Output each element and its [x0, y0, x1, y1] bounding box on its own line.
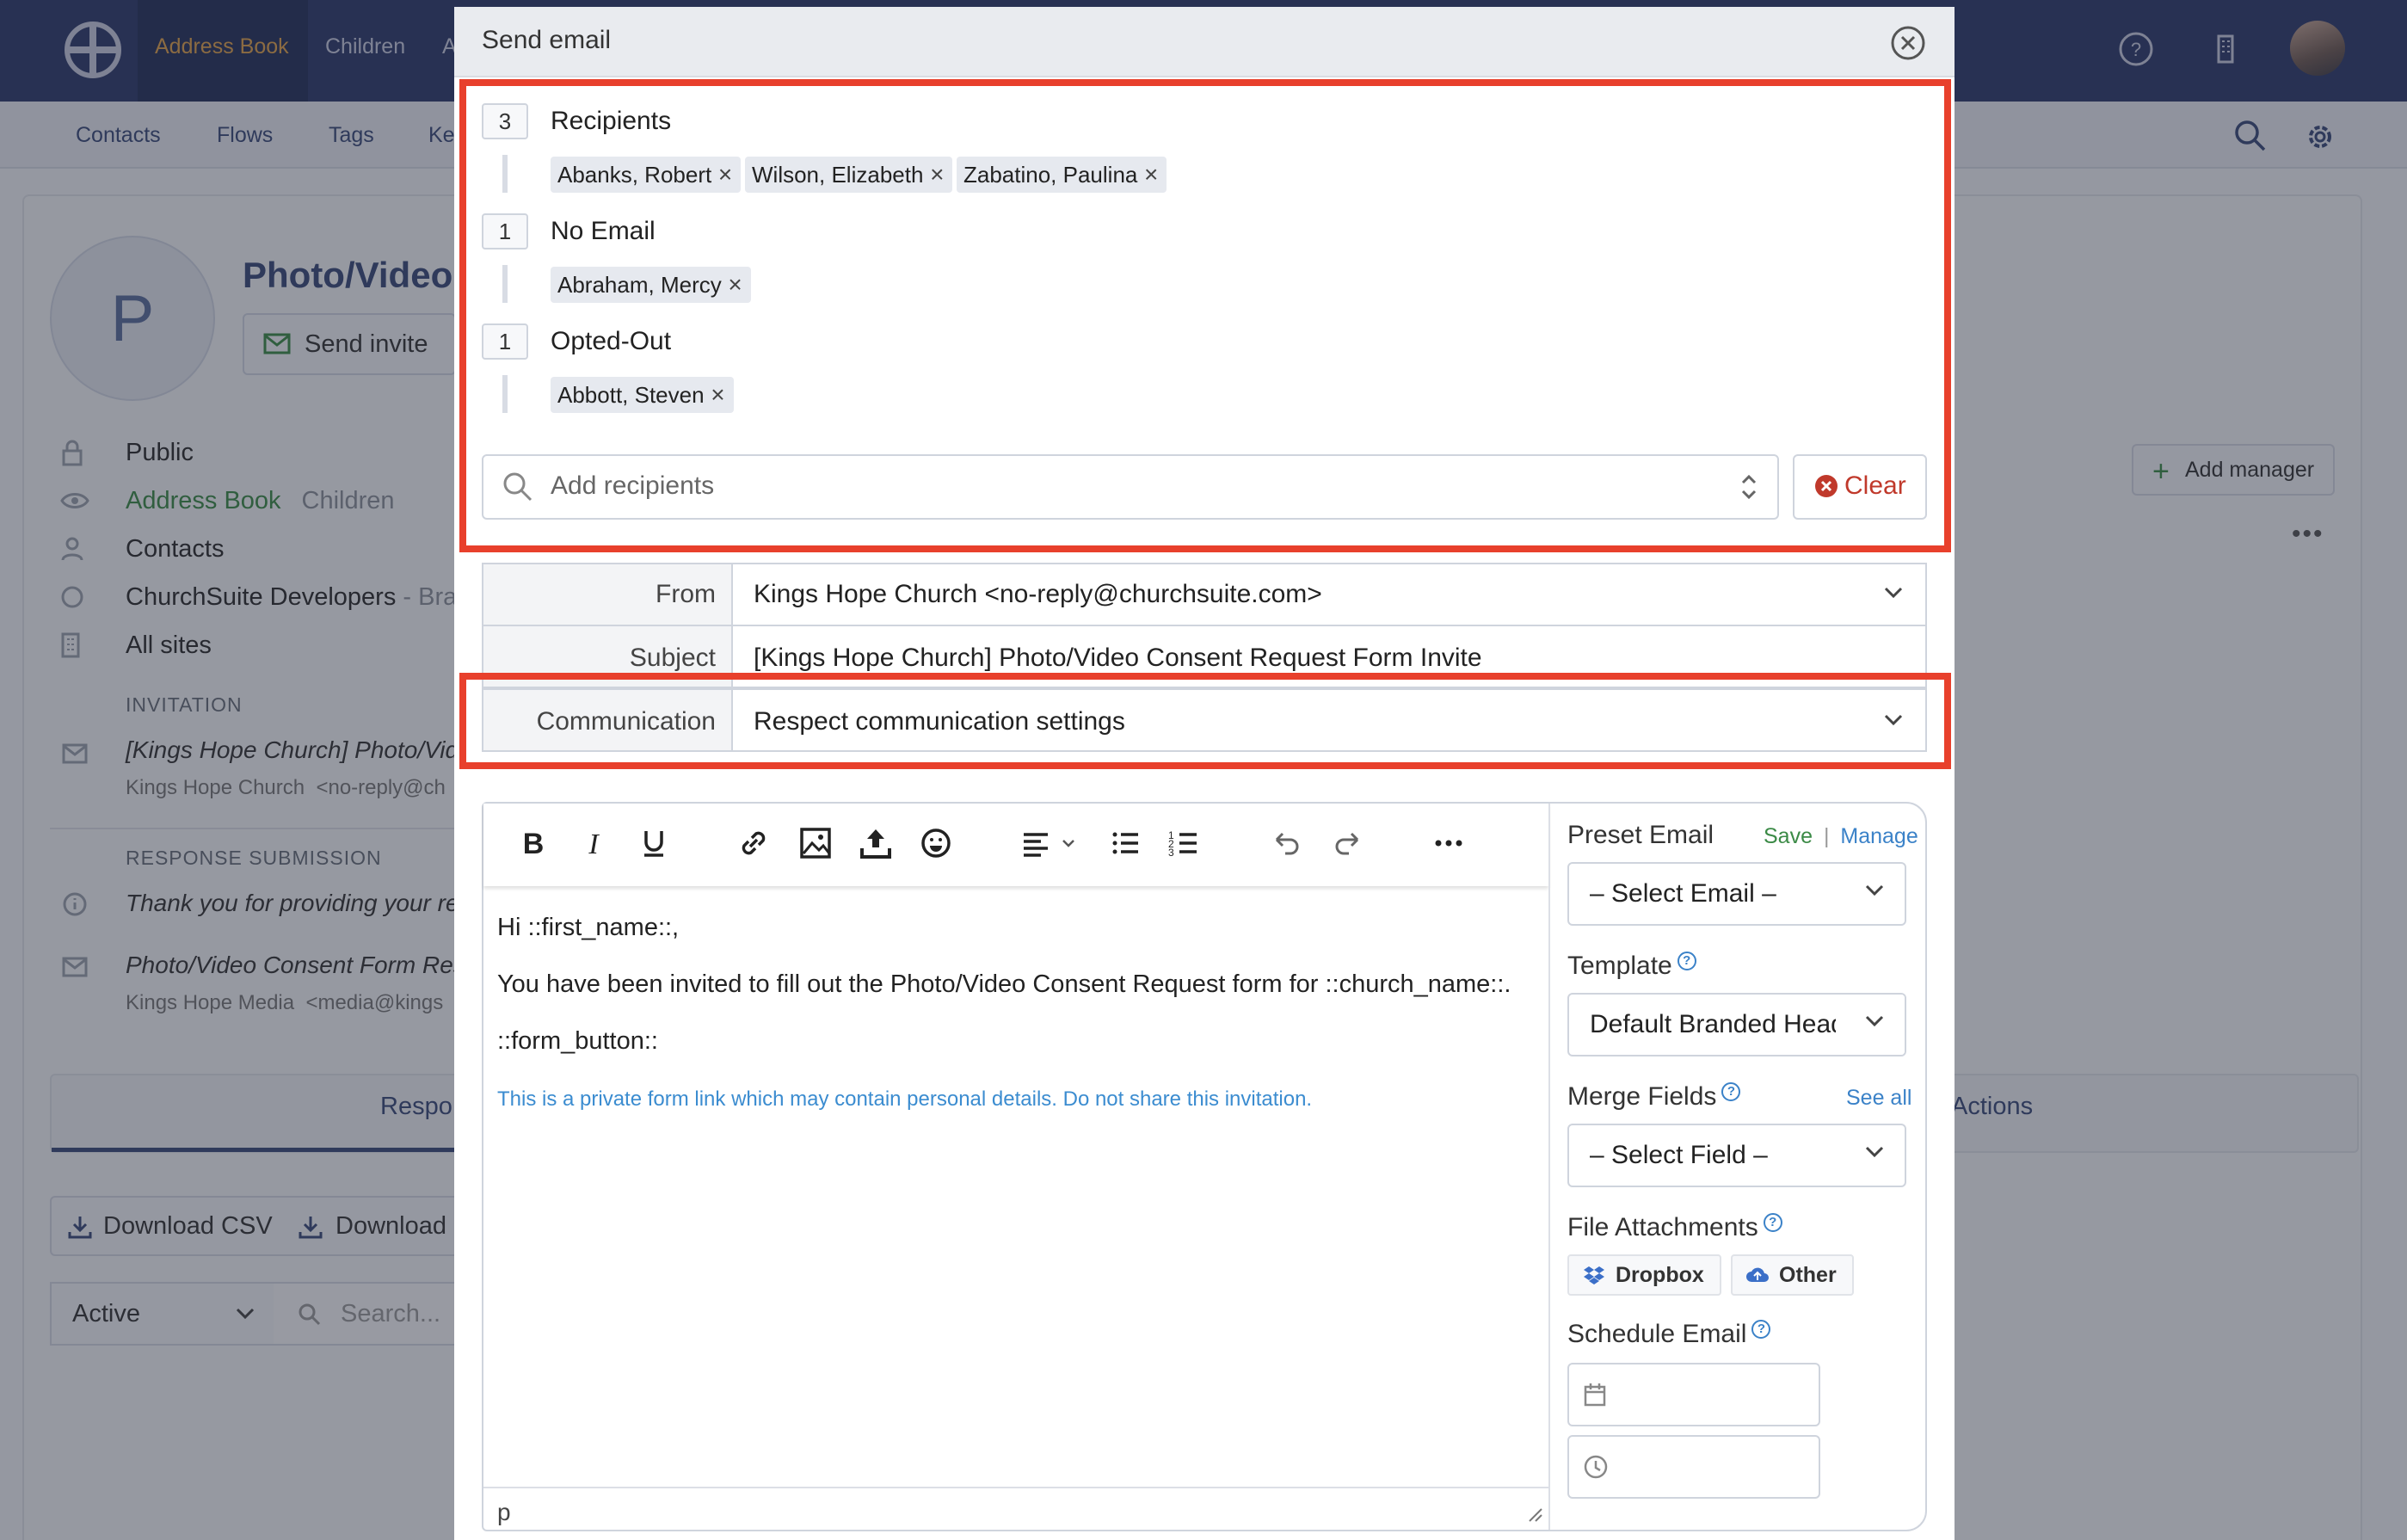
clock-icon — [1583, 1454, 1609, 1480]
modal-header — [454, 7, 1955, 77]
recipient-chip: Zabatino, Paulina × — [957, 157, 1167, 193]
underline-icon[interactable] — [633, 822, 674, 864]
chevron-down-icon — [1884, 587, 1903, 599]
chip-label: Abanks, Robert — [557, 162, 712, 188]
subject-value: [Kings Hope Church] Photo/Video Consent … — [754, 644, 1482, 672]
recipients-count: 3 — [482, 103, 528, 139]
bullet-list-icon[interactable] — [1105, 822, 1146, 864]
chevron-down-icon — [1865, 884, 1884, 896]
numbered-list-icon[interactable]: 123 — [1163, 822, 1204, 864]
editor-status-divider — [483, 1487, 1550, 1488]
template-select[interactable]: Default Branded Head — [1567, 993, 1906, 1056]
other-label: Other — [1779, 1263, 1837, 1287]
svg-text:I: I — [588, 829, 600, 860]
opted-out-label: Opted-Out — [551, 327, 672, 355]
template-value: Default Branded Head — [1590, 1010, 1845, 1038]
recipients-label: Recipients — [551, 107, 672, 135]
editor-line-body[interactable]: You have been invited to fill out the Ph… — [497, 970, 1511, 999]
link-separator: | — [1823, 824, 1830, 848]
italic-icon[interactable]: I — [573, 822, 614, 864]
other-upload-button[interactable]: Other — [1731, 1254, 1854, 1296]
communication-highlight — [459, 673, 1951, 769]
bold-icon[interactable]: B — [513, 822, 554, 864]
modal-title: Send email — [482, 26, 612, 54]
remove-icon[interactable]: × — [930, 157, 944, 193]
close-icon[interactable] — [1889, 24, 1927, 62]
merge-field-select[interactable]: – Select Field – — [1567, 1124, 1906, 1187]
schedule-label-row: Schedule Email? — [1567, 1320, 1771, 1349]
from-value: Kings Hope Church <no-reply@churchsuite.… — [754, 580, 1322, 608]
clear-label: Clear — [1844, 471, 1906, 500]
group-bar — [502, 265, 508, 303]
schedule-label: Schedule Email — [1567, 1320, 1747, 1348]
chip-label: Wilson, Elizabeth — [752, 162, 924, 188]
attachments-label-row: File Attachments? — [1567, 1213, 1782, 1242]
recipient-chip: Abbott, Steven × — [551, 377, 734, 413]
merge-fields-label-row: Merge Fields? — [1567, 1082, 1741, 1112]
preset-email-value: – Select Email – — [1590, 879, 1776, 908]
resize-handle-icon[interactable] — [1526, 1506, 1543, 1523]
chip-label: Abraham, Mercy — [557, 272, 722, 298]
updown-chevron-icon[interactable] — [1739, 471, 1758, 502]
help-icon[interactable]: ? — [1677, 952, 1696, 970]
group-bar — [502, 155, 508, 193]
svg-text:B: B — [523, 828, 545, 860]
editor-line-button[interactable]: ::form_button:: — [497, 1027, 658, 1056]
group-bar — [502, 375, 508, 413]
recipient-chip: Abanks, Robert × — [551, 157, 742, 193]
preset-email-label: Preset Email — [1567, 821, 1714, 849]
dropbox-icon — [1583, 1265, 1605, 1285]
add-recipients-placeholder: Add recipients — [551, 471, 715, 500]
emoji-icon[interactable] — [915, 822, 957, 864]
merge-fields-label: Merge Fields — [1567, 1082, 1717, 1111]
upload-icon[interactable] — [855, 822, 896, 864]
help-icon[interactable]: ? — [1763, 1213, 1782, 1232]
manage-preset-link[interactable]: Manage — [1840, 824, 1918, 848]
svg-text:3: 3 — [1168, 847, 1174, 859]
chip-label: Abbott, Steven — [557, 382, 705, 408]
editor-line-greeting[interactable]: Hi ::first_name::, — [497, 914, 679, 942]
help-icon[interactable]: ? — [1751, 1320, 1771, 1339]
cloud-upload-icon — [1745, 1265, 1770, 1285]
align-dropdown-icon[interactable] — [1017, 822, 1086, 864]
attachments-label: File Attachments — [1567, 1213, 1758, 1241]
calendar-icon — [1583, 1382, 1607, 1408]
image-icon[interactable] — [795, 822, 836, 864]
editor-privacy-note[interactable]: This is a private form link which may co… — [497, 1087, 1312, 1112]
clear-circle-x-icon — [1813, 473, 1839, 499]
see-all-link[interactable]: See all — [1846, 1086, 1911, 1111]
dropbox-button[interactable]: Dropbox — [1567, 1254, 1721, 1296]
search-icon — [501, 470, 535, 504]
template-label-row: Template? — [1567, 952, 1696, 981]
redo-icon[interactable] — [1328, 822, 1370, 864]
schedule-time-input[interactable] — [1567, 1435, 1820, 1499]
dropbox-label: Dropbox — [1616, 1263, 1704, 1287]
preset-links: Save | Manage — [1764, 824, 1918, 849]
undo-icon[interactable] — [1265, 822, 1306, 864]
no-email-count: 1 — [482, 213, 528, 249]
merge-field-value: – Select Field – — [1590, 1141, 1768, 1169]
schedule-date-input[interactable] — [1567, 1363, 1820, 1426]
recipient-chip: Wilson, Elizabeth × — [745, 157, 953, 193]
chevron-down-icon — [1865, 1015, 1884, 1027]
remove-icon[interactable]: × — [711, 377, 724, 413]
remove-icon[interactable]: × — [1144, 157, 1158, 193]
more-icon[interactable] — [1428, 822, 1469, 864]
editor-sidebar-divider — [1548, 804, 1550, 1530]
chevron-down-icon — [1865, 1146, 1884, 1158]
editor-element-path: p — [497, 1499, 511, 1525]
remove-icon[interactable]: × — [718, 157, 732, 193]
subject-label: Subject — [629, 644, 716, 672]
chip-label: Zabatino, Paulina — [963, 162, 1138, 188]
opted-out-count: 1 — [482, 323, 528, 360]
save-preset-link[interactable]: Save — [1764, 824, 1813, 848]
no-email-label: No Email — [551, 217, 656, 245]
from-label: From — [656, 580, 716, 608]
template-label: Template — [1567, 952, 1672, 980]
preset-email-select[interactable]: – Select Email – — [1567, 862, 1906, 926]
recipient-chip: Abraham, Mercy × — [551, 267, 751, 303]
help-icon[interactable]: ? — [1721, 1082, 1741, 1101]
remove-icon[interactable]: × — [728, 267, 742, 303]
link-icon[interactable] — [733, 822, 774, 864]
